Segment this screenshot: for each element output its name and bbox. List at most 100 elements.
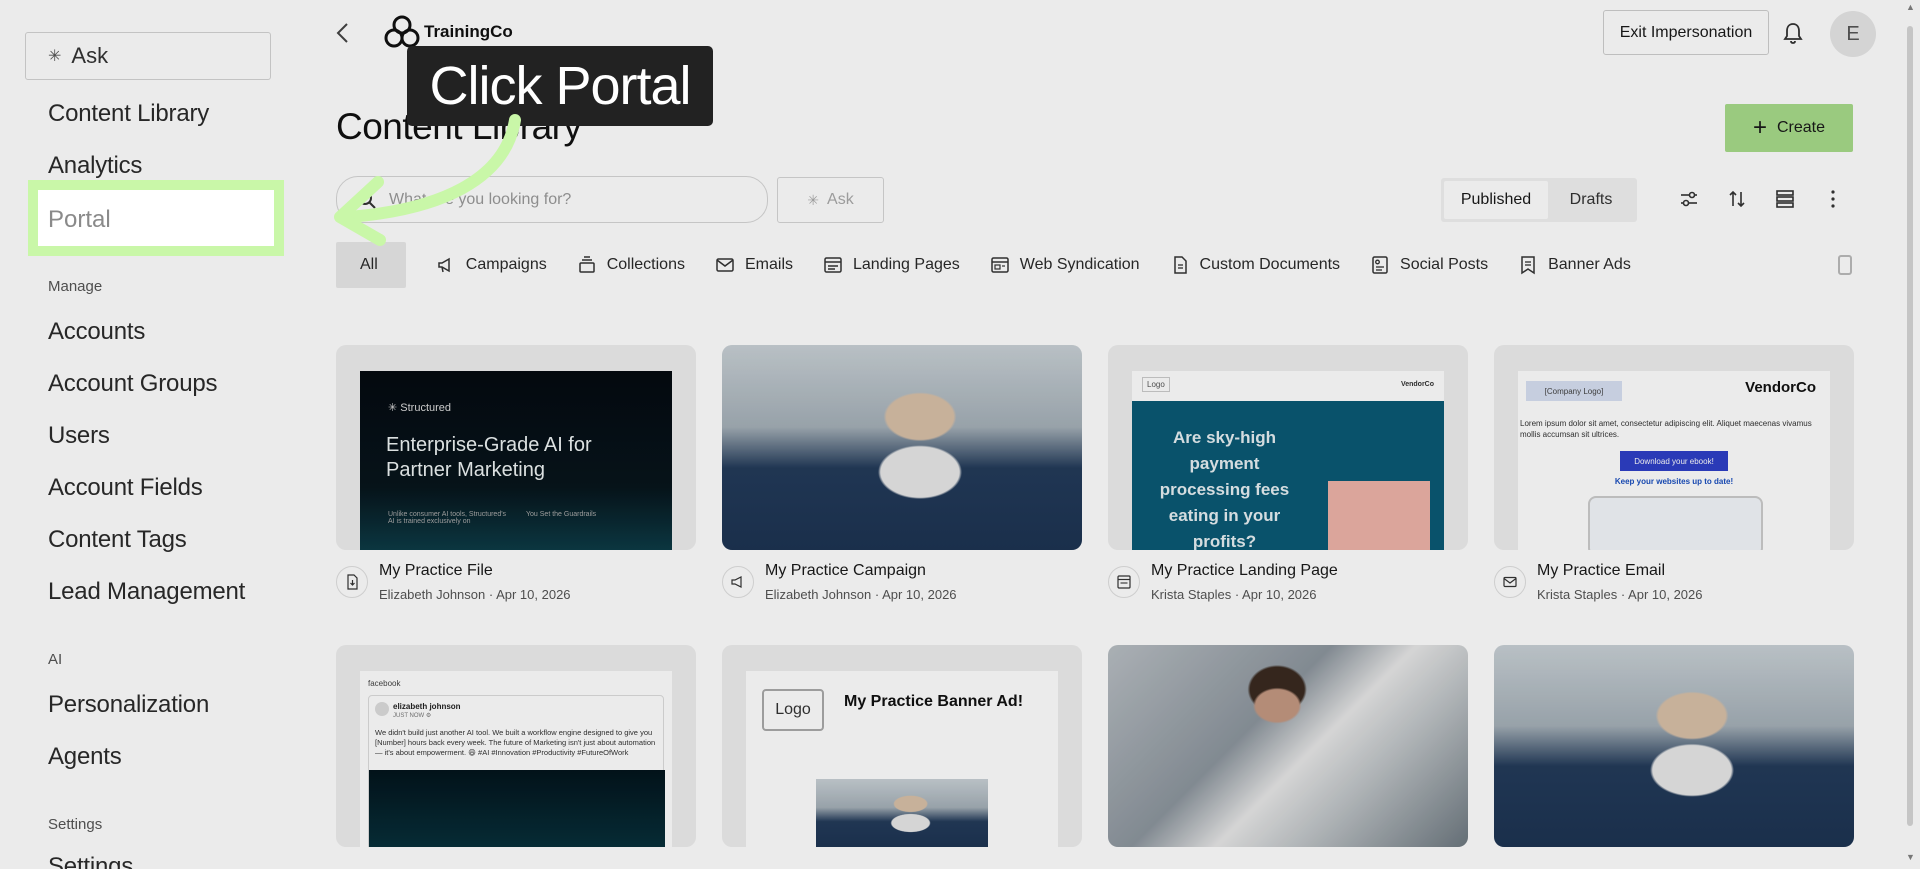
card-thumbnail: [Company Logo] VendorCo Lorem ipsum dolo…: [1518, 371, 1830, 550]
thumb-headline: Enterprise-Grade AI for Partner Marketin…: [386, 434, 592, 481]
plus-icon: +: [1752, 114, 1767, 141]
thumb-vendor: VendorCo: [1745, 379, 1816, 396]
sidebar-item-content-library[interactable]: Content Library: [48, 100, 209, 128]
card-title[interactable]: My Practice File: [379, 562, 493, 580]
thumb-avatar: [375, 702, 389, 716]
web-syndication-icon: [991, 257, 1009, 273]
sidebar-section-settings: Settings: [48, 816, 103, 833]
filter-label: Web Syndication: [1019, 256, 1140, 273]
scrollbar[interactable]: [1905, 18, 1915, 850]
thumb-subheading: Keep your websites up to date!: [1614, 477, 1734, 486]
thumb-body: Lorem ipsum dolor sit amet, consectetur …: [1520, 419, 1812, 439]
ask-label: Ask: [827, 191, 854, 208]
sidebar-item-analytics[interactable]: Analytics: [48, 152, 142, 180]
filter-label: Landing Pages: [853, 256, 960, 273]
scroll-up-icon[interactable]: ▲: [1906, 2, 1915, 12]
ask-button[interactable]: ✳ Ask: [777, 177, 884, 223]
content-card-landing-page[interactable]: Logo VendorCo Are sky-high payment proce…: [1108, 345, 1468, 550]
thumb-network: facebook: [368, 679, 401, 688]
social-post-icon: [1372, 256, 1388, 274]
create-label: Create: [1776, 119, 1826, 136]
filter-label: Banner Ads: [1548, 256, 1631, 273]
card-thumbnail: facebook elizabeth johnson JUST NOW ⚙ We…: [360, 671, 672, 847]
filter-sliders-icon[interactable]: [1678, 188, 1700, 210]
sidebar-item-account-groups[interactable]: Account Groups: [48, 370, 217, 398]
brand-name: TrainingCo: [424, 22, 513, 41]
email-icon: [1503, 576, 1517, 588]
content-card-social-post[interactable]: facebook elizabeth johnson JUST NOW ⚙ We…: [336, 645, 696, 847]
sort-icon[interactable]: [1726, 188, 1748, 210]
content-card-banner-ad[interactable]: Logo My Practice Banner Ad!: [722, 645, 1082, 847]
card-meta: My Practice Landing Page Krista Staples …: [1108, 562, 1468, 612]
card-thumbnail: ✳ Structured Enterprise-Grade AI for Par…: [360, 371, 672, 550]
filter-label: Campaigns: [465, 256, 547, 273]
megaphone-icon: [438, 257, 450, 273]
bell-icon: [1783, 23, 1803, 44]
sidebar-item-settings[interactable]: Settings: [48, 853, 133, 869]
sidebar-item-personalization[interactable]: Personalization: [48, 691, 209, 719]
content-card-file[interactable]: ✳ Structured Enterprise-Grade AI for Par…: [336, 345, 696, 550]
thumb-download-button: Download your ebook!: [1620, 451, 1728, 471]
thumb-image: [369, 770, 665, 847]
filter-custom-documents[interactable]: Custom Documents: [1170, 242, 1340, 288]
scrollbar-thumb[interactable]: [1907, 26, 1913, 826]
thumb-body: We didn't build just another AI tool. We…: [375, 728, 656, 757]
list-view-icon[interactable]: [1774, 188, 1796, 210]
content-card-collection-template[interactable]: [1494, 645, 1854, 847]
filter-landing-pages[interactable]: Landing Pages: [823, 242, 960, 288]
sparkle-icon: ✳: [807, 191, 820, 208]
content-card-campaign[interactable]: [722, 345, 1082, 550]
filter-collections[interactable]: Collections: [577, 242, 685, 288]
chevron-left-icon: [336, 23, 348, 43]
thumb-topbar: [1132, 371, 1444, 401]
card-title[interactable]: My Practice Campaign: [765, 562, 926, 580]
exit-impersonation-button[interactable]: Exit Impersonation: [1603, 10, 1769, 55]
thumb-headline: My Practice Banner Ad!: [844, 693, 1024, 710]
create-button[interactable]: + Create: [1725, 104, 1853, 152]
landing-page-icon: [824, 257, 842, 273]
sidebar-item-account-fields[interactable]: Account Fields: [48, 474, 203, 502]
card-title[interactable]: My Practice Landing Page: [1151, 562, 1338, 580]
filter-banner-ads[interactable]: Banner Ads: [1518, 242, 1631, 288]
thumb-footnote: You Set the Guardrails: [526, 511, 597, 518]
thumb-logo: Logo: [1142, 377, 1170, 392]
sidebar-item-accounts[interactable]: Accounts: [48, 318, 145, 346]
content-card-email[interactable]: [Company Logo] VendorCo Lorem ipsum dolo…: [1494, 345, 1854, 550]
filter-social-posts[interactable]: Social Posts: [1370, 242, 1488, 288]
card-subtitle: Krista Staples · Apr 10, 2026: [1537, 587, 1703, 602]
more-options-icon[interactable]: [1822, 188, 1844, 210]
sidebar-item-users[interactable]: Users: [48, 422, 110, 450]
card-subtitle: Elizabeth Johnson · Apr 10, 2026: [379, 587, 571, 602]
thumb-photo: [1328, 481, 1430, 550]
filter-web-syndication[interactable]: Web Syndication: [990, 242, 1140, 288]
card-title[interactable]: My Practice Email: [1537, 562, 1665, 580]
sidebar-item-lead-management[interactable]: Lead Management: [48, 578, 245, 606]
sidebar: ✳ Ask Content Library Analytics Manage A…: [0, 0, 300, 869]
thumb-footnote: Unlike consumer AI tools, Structured's A…: [388, 511, 507, 525]
sidebar-item-agents[interactable]: Agents: [48, 743, 122, 771]
thumb-company-logo: [Company Logo]: [1526, 381, 1622, 401]
scroll-down-icon[interactable]: ▼: [1906, 852, 1915, 862]
sidebar-item-label: Portal: [48, 206, 111, 233]
thumb-photo: [816, 779, 988, 847]
content-card-collection[interactable]: [1108, 645, 1468, 847]
sidebar-item-portal[interactable]: Portal: [28, 180, 284, 256]
sidebar-ask-label: Ask: [71, 43, 109, 68]
back-button[interactable]: [328, 18, 358, 48]
card-meta: My Practice Campaign Elizabeth Johnson ·…: [722, 562, 1082, 612]
user-avatar[interactable]: E: [1830, 11, 1876, 57]
card-meta: My Practice File Elizabeth Johnson · Apr…: [336, 562, 696, 612]
tab-published[interactable]: Published: [1444, 181, 1548, 219]
sidebar-item-content-tags[interactable]: Content Tags: [48, 526, 187, 554]
filter-emails[interactable]: Emails: [715, 242, 793, 288]
notifications-button[interactable]: [1780, 20, 1806, 46]
sidebar-ask-button[interactable]: ✳ Ask: [25, 32, 271, 80]
thumb-post: elizabeth johnson JUST NOW ⚙ We didn't b…: [368, 695, 665, 847]
landing-page-icon: [1117, 575, 1131, 589]
thumb-logo: Logo: [762, 689, 824, 731]
filter-overflow-icon[interactable]: [1838, 255, 1852, 275]
tab-drafts[interactable]: Drafts: [1548, 181, 1634, 219]
card-meta: My Practice Email Krista Staples · Apr 1…: [1494, 562, 1854, 612]
card-type-badge: [722, 566, 754, 598]
email-icon: [716, 258, 734, 272]
